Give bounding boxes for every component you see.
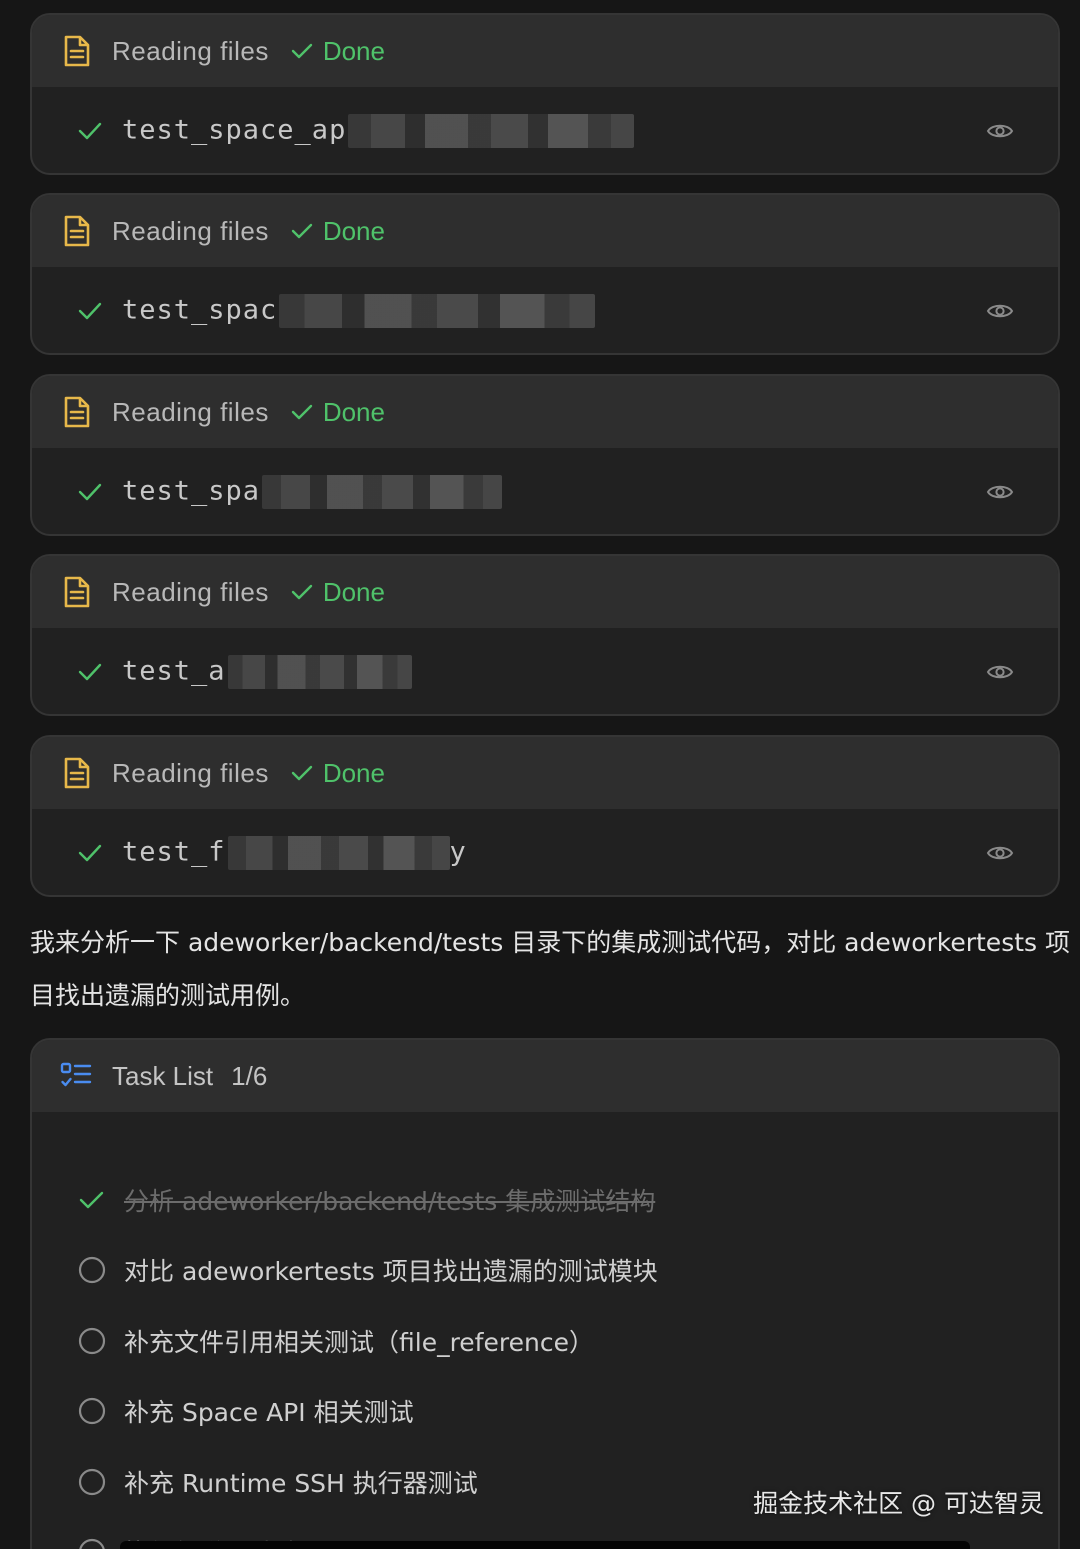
- circle-icon[interactable]: [78, 1327, 106, 1355]
- file-name: test_spac: [122, 294, 596, 328]
- reading-files-card[interactable]: Reading files Done test_spac: [30, 193, 1060, 355]
- status-label: Done: [322, 215, 385, 246]
- redacted-text: [262, 475, 503, 509]
- file-name: test_a: [122, 655, 412, 689]
- check-icon: [291, 43, 313, 59]
- circle-icon[interactable]: [78, 1468, 106, 1496]
- task-item[interactable]: 补充 Space API 相关测试: [78, 1391, 414, 1431]
- document-icon: [64, 215, 90, 247]
- task-text: 补充 Space API 相关测试: [124, 1398, 414, 1427]
- task-list-title: Task List: [112, 1060, 214, 1091]
- reading-files-card[interactable]: Reading files Done test_space_ap: [30, 13, 1060, 175]
- eye-icon[interactable]: [986, 121, 1014, 141]
- redacted-text: [227, 655, 412, 689]
- task-item[interactable]: 补充文件引用相关测试（file_reference）: [78, 1321, 594, 1361]
- document-icon: [64, 35, 90, 67]
- card-header[interactable]: Reading files Done: [32, 195, 1058, 267]
- check-icon: [78, 483, 102, 501]
- task-list-card[interactable]: Task List 1/6 分析 adeworker/backend/tests…: [30, 1038, 1060, 1549]
- check-icon: [78, 302, 102, 320]
- redacted-text: [348, 114, 635, 148]
- file-row[interactable]: test_spac: [32, 267, 1058, 353]
- task-list-icon: [60, 1062, 92, 1087]
- task-item[interactable]: 分析 adeworker/backend/tests 集成测试结构: [78, 1180, 655, 1220]
- card-header[interactable]: Reading files Done: [32, 15, 1058, 87]
- status-label: Done: [322, 396, 385, 427]
- assistant-message: 我来分析一下 adeworker/backend/tests 目录下的集成测试代…: [30, 928, 1070, 1010]
- file-name: test_space_ap: [122, 114, 635, 148]
- circle-icon[interactable]: [78, 1538, 106, 1549]
- status-label: Done: [322, 576, 385, 607]
- eye-icon[interactable]: [986, 843, 1014, 863]
- task-progress-count: 1/6: [231, 1060, 268, 1091]
- eye-icon[interactable]: [986, 301, 1014, 321]
- reading-files-card[interactable]: Reading files Done test_a: [30, 554, 1060, 716]
- redacted-text: [279, 294, 596, 328]
- watermark: 掘金技术社区 @ 可达智灵: [753, 1489, 1044, 1518]
- check-icon: [78, 844, 102, 862]
- task-text: 对比 adeworkertests 项目找出遗漏的测试模块: [124, 1257, 658, 1286]
- card-header[interactable]: Reading files Done: [32, 376, 1058, 448]
- check-icon: [291, 223, 313, 239]
- task-text: 补充 Runtime SSH 执行器测试: [124, 1469, 478, 1498]
- file-row[interactable]: test_spa: [32, 448, 1058, 534]
- task-text: 分析 adeworker/backend/tests 集成测试结构: [124, 1187, 656, 1216]
- file-row[interactable]: test_a: [32, 628, 1058, 714]
- check-icon: [291, 404, 313, 420]
- check-icon: [78, 122, 102, 140]
- check-icon: [78, 663, 102, 681]
- eye-icon[interactable]: [986, 662, 1014, 682]
- bottom-bar: [120, 1541, 970, 1549]
- card-title: Reading files: [112, 576, 269, 607]
- task-item[interactable]: 补充 Runtime SSH 执行器测试: [78, 1462, 478, 1502]
- document-icon: [64, 396, 90, 428]
- reading-files-card[interactable]: Reading files Done test_f y: [30, 735, 1060, 897]
- check-icon: [291, 584, 313, 600]
- chat-panel: Reading files Done test_space_ap Reading…: [0, 0, 1080, 1549]
- file-name: test_f y: [122, 836, 467, 870]
- file-row[interactable]: test_space_ap: [32, 87, 1058, 173]
- file-row[interactable]: test_f y: [32, 809, 1058, 895]
- circle-icon[interactable]: [78, 1256, 106, 1284]
- document-icon: [64, 576, 90, 608]
- document-icon: [64, 757, 90, 789]
- card-header[interactable]: Reading files Done: [32, 556, 1058, 628]
- check-icon: [79, 1191, 104, 1209]
- card-header[interactable]: Reading files Done: [32, 737, 1058, 809]
- task-list-header[interactable]: Task List 1/6: [32, 1040, 1058, 1112]
- check-icon: [291, 765, 313, 781]
- file-name: test_spa: [122, 475, 503, 509]
- reading-files-card[interactable]: Reading files Done test_spa: [30, 374, 1060, 536]
- card-title: Reading files: [112, 396, 269, 427]
- eye-icon[interactable]: [986, 482, 1014, 502]
- redacted-text: [227, 836, 450, 870]
- card-title: Reading files: [112, 757, 269, 788]
- status-label: Done: [322, 35, 385, 66]
- circle-icon[interactable]: [78, 1397, 106, 1425]
- task-item[interactable]: 对比 adeworkertests 项目找出遗漏的测试模块: [78, 1250, 658, 1290]
- card-title: Reading files: [112, 35, 269, 66]
- card-title: Reading files: [112, 215, 269, 246]
- status-label: Done: [322, 757, 385, 788]
- task-text: 补充文件引用相关测试（file_reference）: [124, 1328, 594, 1357]
